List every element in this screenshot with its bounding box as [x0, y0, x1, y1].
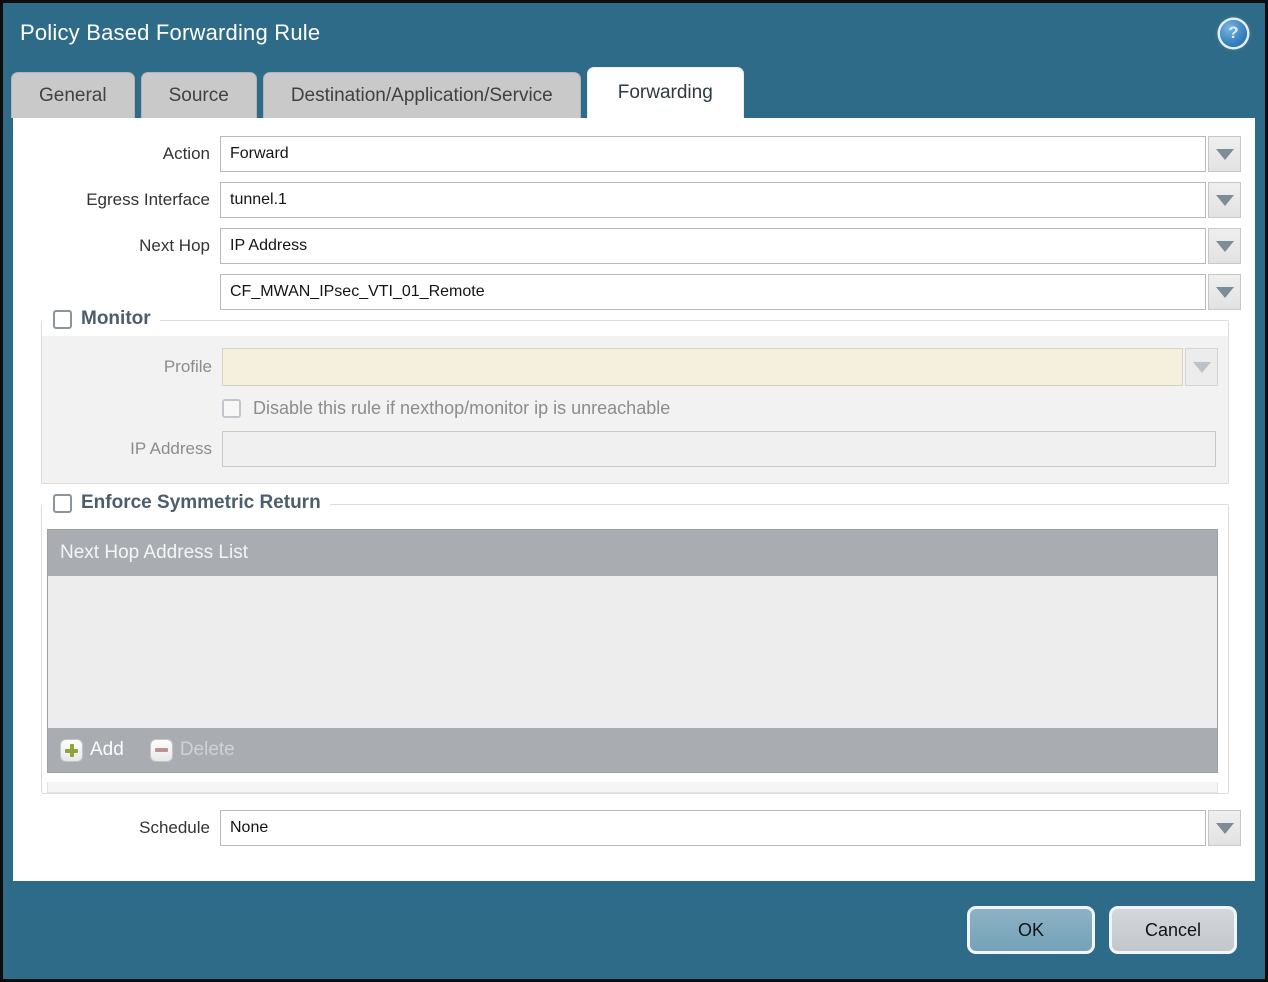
chevron-down-icon: [1215, 194, 1234, 206]
monitor-profile-dropdown-button: [1185, 348, 1218, 386]
egress-interface-dropdown-button[interactable]: [1208, 182, 1241, 218]
table-horizontal-scrollbar[interactable]: [47, 782, 1218, 793]
enforce-symmetric-return-legend: Enforce Symmetric Return: [48, 492, 1228, 514]
monitor-profile-row: Profile: [42, 348, 1218, 386]
next-hop-address-list-header: Next Hop Address List: [48, 530, 1217, 576]
action-row: Action Forward: [13, 136, 1241, 172]
schedule-select[interactable]: None: [220, 810, 1206, 846]
delete-button: Delete: [149, 738, 235, 762]
schedule-row: Schedule None: [13, 810, 1241, 846]
add-icon: [60, 738, 83, 762]
chevron-down-icon: [1215, 286, 1234, 298]
chevron-down-icon: [1215, 822, 1234, 834]
action-dropdown-button[interactable]: [1208, 136, 1241, 172]
cancel-button[interactable]: Cancel: [1109, 906, 1237, 954]
disable-rule-checkbox: [222, 399, 241, 418]
monitor-legend-line: [48, 320, 1228, 321]
next-hop-type-select[interactable]: IP Address: [220, 228, 1206, 264]
enforce-symmetric-return-title: Enforce Symmetric Return: [81, 492, 321, 513]
egress-interface-row: Egress Interface tunnel.1: [13, 182, 1241, 218]
monitor-ip-address-row: IP Address: [42, 431, 1218, 467]
tab-forwarding[interactable]: Forwarding: [586, 67, 744, 118]
next-hop-address-list-body[interactable]: [48, 576, 1217, 728]
next-hop-dropdown-button[interactable]: [1208, 228, 1241, 264]
add-button[interactable]: Add: [60, 738, 124, 762]
monitor-section: Monitor Profile Disable this rule if nex…: [41, 308, 1229, 484]
monitor-ip-address-input: [222, 431, 1216, 467]
next-hop-row: Next Hop IP Address: [13, 228, 1241, 264]
dialog-titlebar: Policy Based Forwarding Rule ?: [3, 3, 1265, 63]
monitor-ip-address-label: IP Address: [130, 439, 212, 458]
next-hop-address-dropdown-button[interactable]: [1208, 274, 1241, 310]
tab-source[interactable]: Source: [140, 72, 257, 118]
forwarding-tab-panel: Action Forward Egress Interface tunnel.1…: [13, 118, 1255, 881]
monitor-section-title: Monitor: [81, 308, 151, 329]
help-icon[interactable]: ?: [1220, 19, 1247, 47]
enforce-symmetric-return-section: Enforce Symmetric Return Next Hop Addres…: [41, 492, 1229, 794]
chevron-down-icon: [1215, 148, 1234, 160]
delete-button-label: Delete: [179, 739, 235, 760]
next-hop-address-row: CF_MWAN_IPsec_VTI_01_Remote: [13, 274, 1241, 310]
dialog-footer: OK Cancel: [3, 881, 1265, 979]
egress-interface-label: Egress Interface: [86, 190, 210, 209]
policy-based-forwarding-rule-dialog: Policy Based Forwarding Rule ? General S…: [0, 0, 1268, 982]
add-button-label: Add: [90, 739, 124, 760]
next-hop-label: Next Hop: [139, 236, 210, 255]
monitor-profile-select: [222, 348, 1183, 386]
dialog-title: Policy Based Forwarding Rule: [20, 20, 321, 45]
enforce-symmetric-return-checkbox[interactable]: [53, 493, 72, 513]
next-hop-address-list-table-wrap: Next Hop Address List Add Delete: [42, 520, 1228, 782]
chevron-down-icon: [1215, 240, 1234, 252]
chevron-down-icon: [1192, 361, 1211, 373]
tab-strip: General Source Destination/Application/S…: [3, 63, 1265, 118]
ok-button[interactable]: OK: [967, 906, 1095, 954]
schedule-label: Schedule: [139, 818, 210, 837]
monitor-disable-rule-row: Disable this rule if nexthop/monitor ip …: [222, 398, 1218, 419]
tab-general[interactable]: General: [11, 72, 135, 118]
monitor-checkbox[interactable]: [53, 309, 72, 329]
delete-icon: [149, 738, 173, 762]
monitor-body: Profile Disable this rule if nexthop/mon…: [42, 336, 1228, 483]
disable-rule-label: Disable this rule if nexthop/monitor ip …: [253, 398, 671, 418]
next-hop-address-list-table: Next Hop Address List Add Delete: [47, 529, 1218, 773]
schedule-dropdown-button[interactable]: [1208, 810, 1241, 846]
monitor-legend: Monitor: [48, 308, 1228, 330]
monitor-profile-label: Profile: [163, 357, 212, 376]
action-select[interactable]: Forward: [220, 136, 1206, 172]
action-label: Action: [162, 144, 210, 163]
next-hop-address-select[interactable]: CF_MWAN_IPsec_VTI_01_Remote: [220, 274, 1206, 310]
tab-destination-application-service[interactable]: Destination/Application/Service: [262, 72, 581, 118]
table-toolbar: Add Delete: [48, 728, 1217, 772]
egress-interface-select[interactable]: tunnel.1: [220, 182, 1206, 218]
